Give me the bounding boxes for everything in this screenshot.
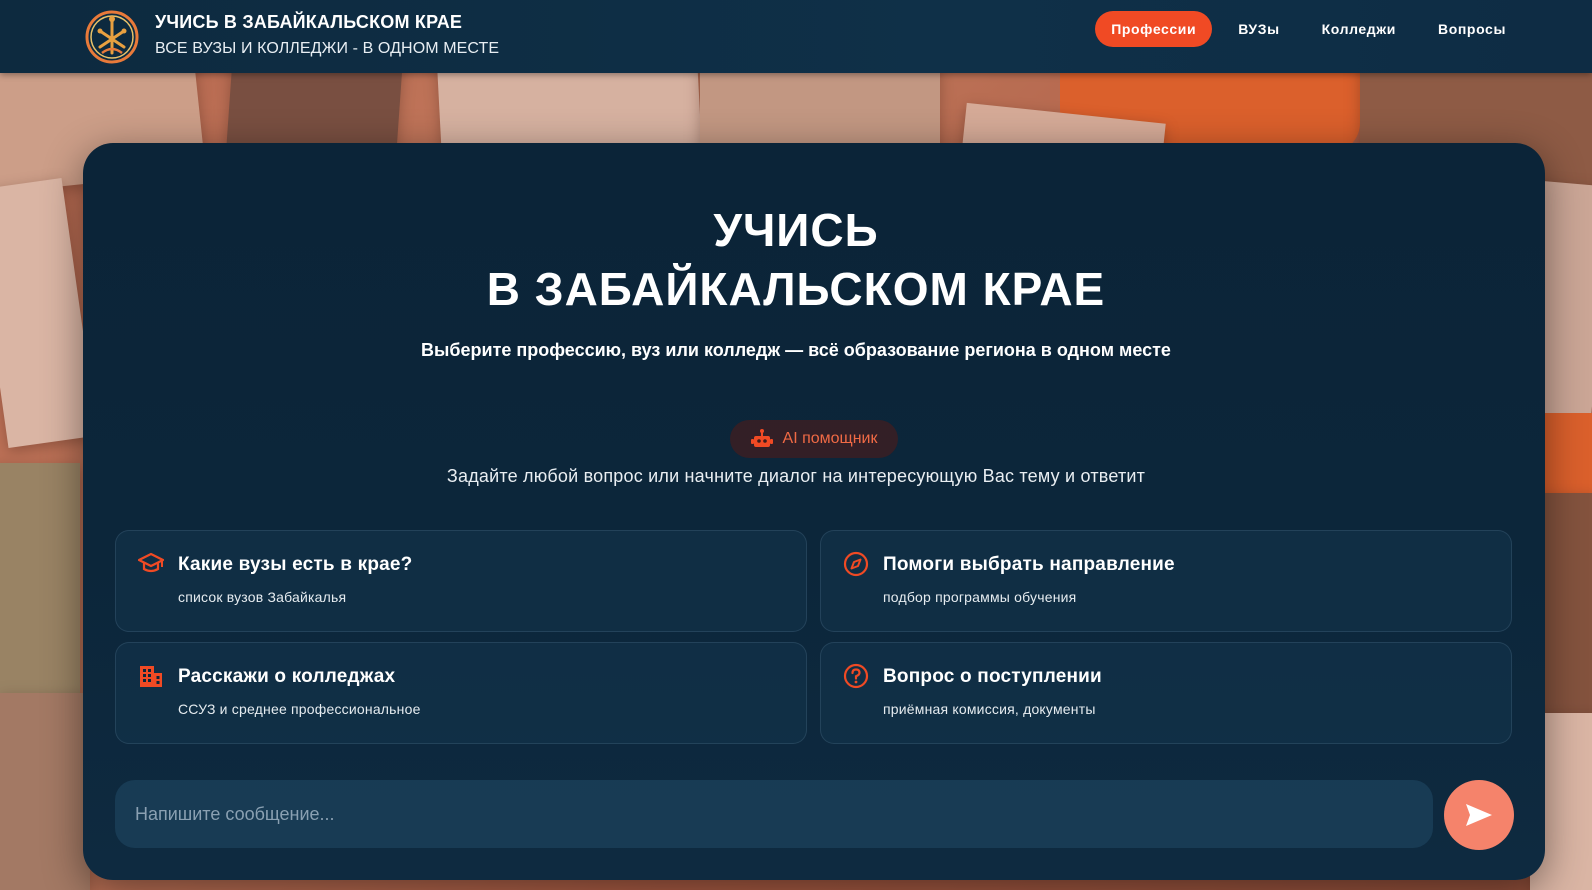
suggestion-card-admission[interactable]: Вопрос о поступлении приёмная комиссия, …: [820, 642, 1512, 744]
suggestion-card-universities[interactable]: Какие вузы есть в крае? список вузов Заб…: [115, 530, 807, 632]
site-title[interactable]: УЧИСЬ В ЗАБАЙКАЛЬСКОМ КРАЕ: [155, 12, 462, 33]
nav-item-questions[interactable]: Вопросы: [1422, 11, 1522, 47]
main-nav: Профессии ВУЗы Колледжи Вопросы: [1095, 11, 1522, 47]
ai-assistant-label: AI помощник: [782, 430, 878, 447]
hero-title-line2: В ЗАБАЙКАЛЬСКОМ КРАЕ: [486, 263, 1106, 315]
nav-item-colleges[interactable]: Колледжи: [1306, 11, 1412, 47]
logo-emblem-icon[interactable]: [84, 9, 140, 65]
hero-title-line1: УЧИСЬ: [713, 204, 879, 256]
compass-icon: [843, 551, 869, 577]
suggestion-title: Помоги выбрать направление: [883, 554, 1175, 575]
building-icon: [138, 663, 164, 689]
robot-icon: [750, 429, 773, 449]
suggestion-card-direction[interactable]: Помоги выбрать направление подбор програ…: [820, 530, 1512, 632]
suggestion-card-colleges[interactable]: Расскажи о колледжах ССУЗ и среднее проф…: [115, 642, 807, 744]
suggestion-title: Какие вузы есть в крае?: [178, 554, 413, 575]
suggestion-subtitle: ССУЗ и среднее профессиональное: [178, 701, 421, 717]
suggestion-subtitle: приёмная комиссия, документы: [883, 701, 1096, 717]
nav-item-universities[interactable]: ВУЗы: [1222, 11, 1295, 47]
hero-subtitle: Выберите профессию, вуз или колледж — вс…: [421, 340, 1171, 360]
send-icon: [1464, 802, 1494, 828]
ai-assistant-badge: AI помощник: [730, 420, 898, 458]
nav-item-professions[interactable]: Профессии: [1095, 11, 1213, 47]
suggestion-subtitle: список вузов Забайкалья: [178, 589, 347, 605]
site-subtitle: ВСЕ ВУЗЫ И КОЛЛЕДЖИ - В ОДНОМ МЕСТЕ: [155, 40, 500, 57]
suggestion-subtitle: подбор программы обучения: [883, 589, 1077, 605]
suggestion-title: Вопрос о поступлении: [883, 666, 1102, 687]
top-header: УЧИСЬ В ЗАБАЙКАЛЬСКОМ КРАЕ ВСЕ ВУЗЫ И КО…: [0, 0, 1592, 73]
question-circle-icon: [843, 663, 869, 689]
send-button[interactable]: [1444, 780, 1514, 850]
ai-assistant-description: Задайте любой вопрос или начните диалог …: [446, 466, 1146, 486]
message-input[interactable]: [115, 780, 1433, 848]
graduation-cap-icon: [137, 551, 165, 577]
suggestion-title: Расскажи о колледжах: [178, 666, 396, 687]
